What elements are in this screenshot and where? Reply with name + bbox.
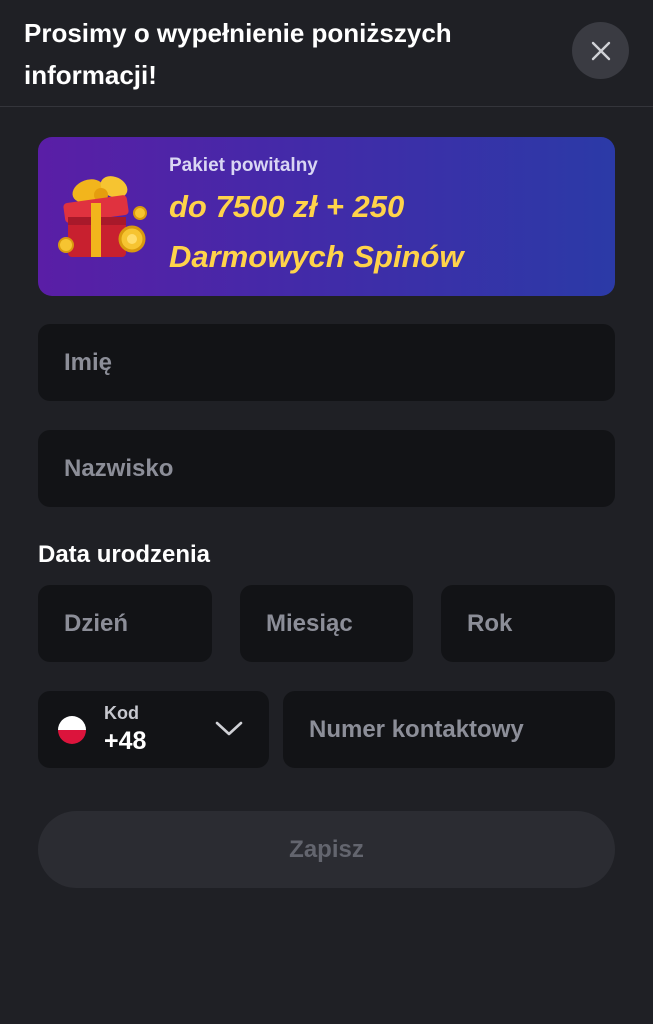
- close-icon: [591, 41, 610, 60]
- banner-bonus-amount: do 7500 zł + 250: [169, 189, 405, 224]
- phone-number-field[interactable]: [283, 691, 615, 768]
- last-name-field[interactable]: [38, 430, 615, 507]
- birth-year-input[interactable]: [441, 585, 615, 662]
- date-of-birth-label: Data urodzenia: [38, 541, 211, 568]
- birth-month-input[interactable]: [240, 585, 413, 662]
- modal-header: Prosimy o wypełnienie poniższych informa…: [0, 0, 653, 107]
- phone-number-input[interactable]: [283, 691, 615, 768]
- birth-year-field[interactable]: [441, 585, 615, 662]
- profile-form-modal: Prosimy o wypełnienie poniższych informa…: [0, 0, 653, 1024]
- birth-day-input[interactable]: [38, 585, 212, 662]
- first-name-field[interactable]: [38, 324, 615, 401]
- welcome-bonus-banner: Pakiet powitalny do 7500 zł + 250 Darmow…: [38, 137, 615, 296]
- country-code-value: +48: [104, 727, 147, 755]
- gift-box-with-coins-icon: [58, 176, 147, 257]
- birth-month-field[interactable]: [240, 585, 413, 662]
- country-code-label: Kod: [104, 703, 139, 723]
- poland-flag-icon: [58, 716, 86, 744]
- chevron-down-icon: [215, 721, 243, 736]
- page-title: Prosimy o wypełnienie poniższych informa…: [24, 18, 452, 90]
- save-button[interactable]: Zapisz: [38, 811, 615, 888]
- banner-free-spins: Darmowych Spinów: [169, 239, 464, 274]
- last-name-input[interactable]: [38, 430, 615, 507]
- first-name-input[interactable]: [38, 324, 615, 401]
- banner-subtitle: Pakiet powitalny: [169, 155, 318, 176]
- birth-day-field[interactable]: [38, 585, 212, 662]
- close-button[interactable]: [572, 22, 629, 79]
- country-code-select[interactable]: Kod +48: [38, 691, 269, 768]
